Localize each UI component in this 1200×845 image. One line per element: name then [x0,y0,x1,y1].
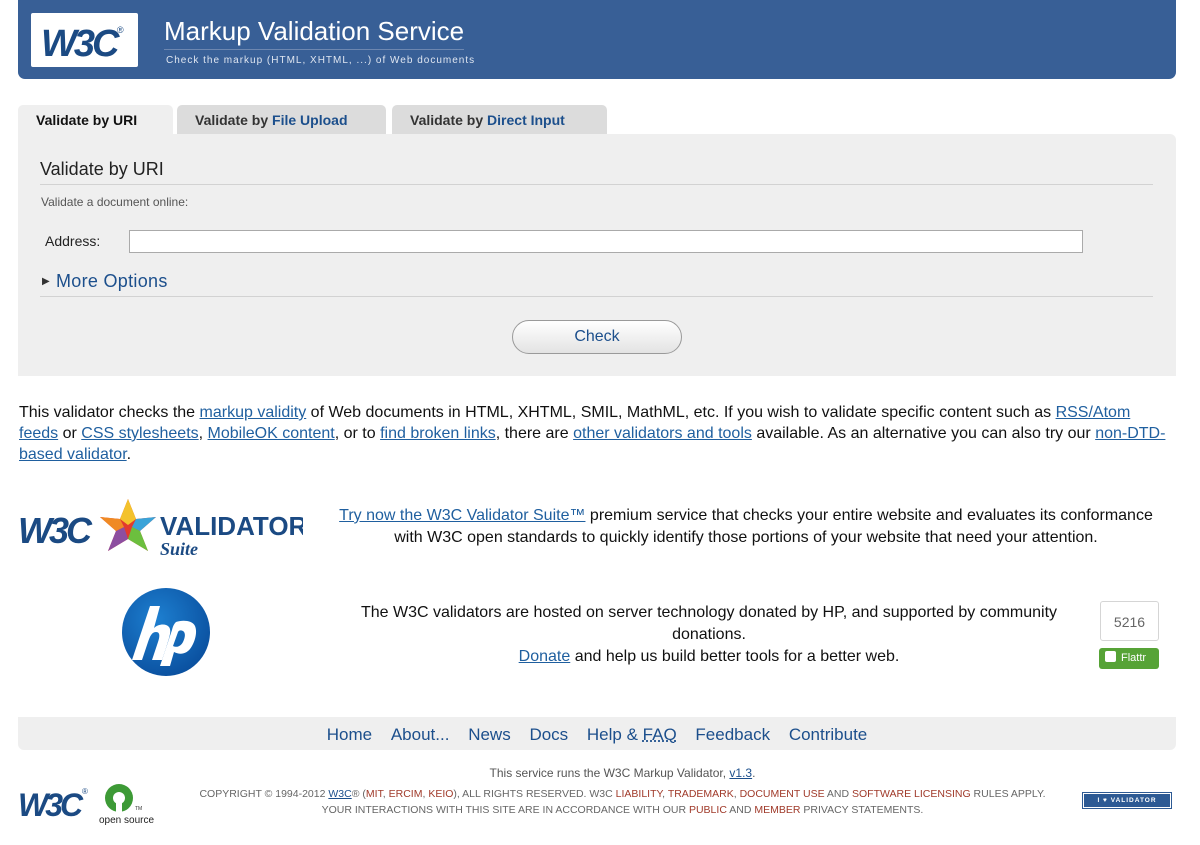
tab-direct-input-keyword: Direct Input [487,112,565,128]
svg-text:TM: TM [135,806,142,812]
header-banner: W3C ® Markup Validation Service Check th… [18,0,1176,79]
hp-logo[interactable] [120,586,212,683]
intro-text: , or to [334,425,381,442]
tab-file-upload[interactable]: Validate by File Upload [177,105,386,134]
svg-text:W3C: W3C [18,510,93,551]
copyright-text: PRIVACY STATEMENTS. [800,804,924,816]
check-button[interactable]: Check [512,320,682,354]
css-stylesheets-link[interactable]: CSS stylesheets [81,425,198,442]
tab-uri-prefix: Validate by [36,112,114,128]
hp-hosting-text: The W3C validators are hosted on server … [360,604,1058,643]
tab-file-upload-keyword: File Upload [272,112,348,128]
markup-validity-link[interactable]: markup validity [200,404,307,421]
nav-news[interactable]: News [468,725,511,744]
trademark-link[interactable]: TRADEMARK [668,788,734,800]
copyright-text: ® ( [351,788,366,800]
nav-help-faq[interactable]: Help & FAQ [587,725,677,744]
intro-text: , there are [495,425,574,442]
tab-direct-input-prefix: Validate by [410,112,488,128]
service-info: This service runs the W3C Markup Validat… [200,766,1045,780]
tab-uri-keyword: URI [113,112,138,128]
copyright-text: AND [726,804,755,816]
w3c-logo[interactable]: W3C ® [31,13,138,67]
intro-text: . [126,446,132,463]
document-use-link[interactable]: DOCUMENT USE [740,788,825,800]
flattr-label: Flattr [1121,652,1147,664]
intro-text: available. As an alternative you can als… [751,425,1096,442]
flattr-count: 5216 [1100,601,1159,641]
flattr-button[interactable]: Flattr [1099,648,1159,669]
svg-text:®: ® [82,787,88,796]
w3c-link[interactable]: W3C [328,788,351,800]
copyright-text: COPYRIGHT © 1994-2012 [199,788,329,800]
donate-link[interactable]: Donate [519,648,571,665]
nav-faq-abbr: FAQ [642,725,677,744]
intro-text: or [58,425,82,442]
mit-link[interactable]: MIT [366,788,383,800]
intro-paragraph: This validator checks the markup validit… [19,402,1169,465]
nav-home[interactable]: Home [327,725,372,744]
tab-direct-input[interactable]: Validate by Direct Input [392,105,607,134]
hp-donate-text: and help us build better tools for a bet… [570,648,900,665]
address-input[interactable] [129,230,1083,253]
nav-help-label: Help & [586,725,643,744]
keio-link[interactable]: KEIO [428,788,453,800]
nav-contribute[interactable]: Contribute [789,725,867,744]
member-privacy-link[interactable]: MEMBER [754,804,800,816]
intro-text: This validator checks the [19,404,200,421]
svg-text:open source: open source [99,815,154,826]
ercim-link[interactable]: ERCIM [389,788,423,800]
intro-text: , [198,425,208,442]
service-text-end: . [752,766,756,780]
flattr-icon [1105,651,1116,662]
hp-sponsor-text: The W3C validators are hosted on server … [322,602,1096,668]
nav-about[interactable]: About... [391,725,450,744]
page-title: Markup Validation Service [164,16,465,50]
software-licensing-link[interactable]: SOFTWARE LICENSING [852,788,971,800]
i-love-validator-badge[interactable]: I ♥ VALIDATOR [1082,792,1172,809]
address-label: Address: [45,233,101,249]
copyright-text: AND [824,788,853,800]
open-source-logo[interactable]: TM open source [97,778,157,831]
copyright-notice: COPYRIGHT © 1994-2012 W3C® (MIT, ERCIM, … [195,786,1050,818]
find-broken-links-link[interactable]: find broken links [380,425,496,442]
tab-uri[interactable]: Validate by URI [18,105,173,134]
liability-link[interactable]: LIABILITY [616,788,663,800]
validator-suite-logo[interactable]: W3C VALIDATOR Suite [18,497,308,566]
other-validators-link[interactable]: other validators and tools [573,425,752,442]
panel-title: Validate by URI [40,159,164,179]
mobileok-content-link[interactable]: MobileOK content [208,425,335,442]
w3c-footer-logo[interactable]: W3C ® [18,784,92,825]
more-options-label: More Options [56,271,168,291]
divider [40,184,1153,185]
more-options-toggle[interactable]: ▶ More Options [42,271,168,292]
svg-text:W3C: W3C [18,787,84,820]
divider [40,296,1153,297]
tab-file-upload-prefix: Validate by [195,112,273,128]
svg-text:Suite: Suite [160,539,198,559]
version-link[interactable]: v1.3 [729,766,752,780]
footer-navigation: Home About... News Docs Help & FAQ Feedb… [18,717,1176,750]
intro-text: of Web documents in HTML, XHTML, SMIL, M… [306,404,1056,421]
triangle-right-icon: ▶ [42,276,50,287]
service-text: This service runs the W3C Markup Validat… [489,766,730,780]
svg-text:W3C: W3C [41,23,120,65]
page-subtitle: Check the markup (HTML, XHTML, ...) of W… [166,55,476,66]
svg-text:®: ® [117,25,124,35]
svg-text:VALIDATOR: VALIDATOR [160,511,303,541]
nav-docs[interactable]: Docs [529,725,568,744]
nav-feedback[interactable]: Feedback [695,725,770,744]
public-privacy-link[interactable]: PUBLIC [689,804,727,816]
validator-suite-link[interactable]: Try now the W3C Validator Suite™ [339,507,585,524]
validate-by-uri-panel: Validate by URI Validate a document onli… [18,134,1176,376]
panel-intro: Validate a document online: [41,195,189,209]
copyright-text: ), ALL RIGHTS RESERVED. W3C [453,788,616,800]
validator-suite-promo: Try now the W3C Validator Suite™ premium… [335,505,1157,548]
